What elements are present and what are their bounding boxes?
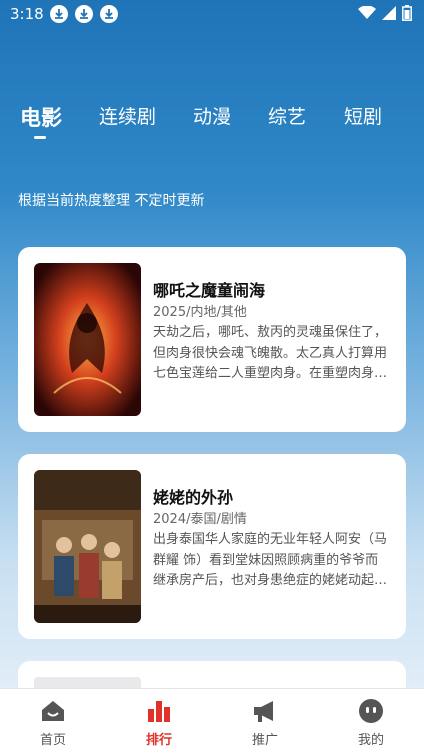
movie-poster [34,470,141,623]
active-tab-indicator [34,136,46,139]
tab-series[interactable]: 连续剧 [99,102,156,129]
bottom-navigation: 首页 排行 推广 我的 [0,688,424,755]
status-bar: 3:18 [0,0,424,30]
category-tabs: 电影 连续剧 动漫 综艺 短剧 [0,102,424,142]
download-icon [50,5,68,23]
nav-home-label: 首页 [39,733,66,748]
megaphone-icon [254,701,273,722]
tab-anime[interactable]: 动漫 [193,102,231,129]
nav-promote[interactable]: 推广 [212,689,318,755]
download-icon [100,5,118,23]
movie-card[interactable]: 哪吒之魔童闹海 2025/内地/其他 天劫之后，哪吒、敖丙的灵魂虽保住了，但肉身… [18,247,406,432]
download-icon [75,5,93,23]
nav-ranking[interactable]: 排行 [106,689,212,755]
wifi-icon [358,6,376,19]
movie-meta: 2024/泰国/剧情 [153,512,247,527]
nav-ranking-label: 排行 [145,733,172,748]
battery-icon [402,5,412,21]
tab-short-drama[interactable]: 短剧 [344,102,382,129]
nav-promote-label: 推广 [251,733,278,748]
movie-description: 天劫之后，哪吒、敖丙的灵魂虽保住了，但肉身很快会魂飞魄散。太乙真人打算用七色宝莲… [153,325,388,381]
movie-description: 出身泰国华人家庭的无业年轻人阿安（马群耀 饰）看到堂妹因照顾病重的爷爷而继承房产… [153,532,388,588]
movie-poster [34,263,141,416]
bar-chart-icon [148,701,170,722]
face-icon [359,699,383,723]
movie-title: 姥姥的外孙 [153,488,234,507]
tab-variety[interactable]: 综艺 [268,102,306,129]
nav-home[interactable]: 首页 [0,689,106,755]
status-time: 3:18 [10,5,44,23]
movie-meta: 2025/内地/其他 [153,305,247,320]
home-icon [42,701,64,721]
signal-icon [382,6,396,20]
tab-movie[interactable]: 电影 [20,102,62,132]
movie-card[interactable]: 姥姥的外孙 2024/泰国/剧情 出身泰国华人家庭的无业年轻人阿安（马群耀 饰）… [18,454,406,639]
ranking-subtitle: 根据当前热度整理 不定时更新 [18,193,205,209]
nav-mine-label: 我的 [357,733,384,748]
system-icons [358,5,412,21]
nav-mine[interactable]: 我的 [318,689,424,755]
movie-title: 哪吒之魔童闹海 [153,281,266,300]
